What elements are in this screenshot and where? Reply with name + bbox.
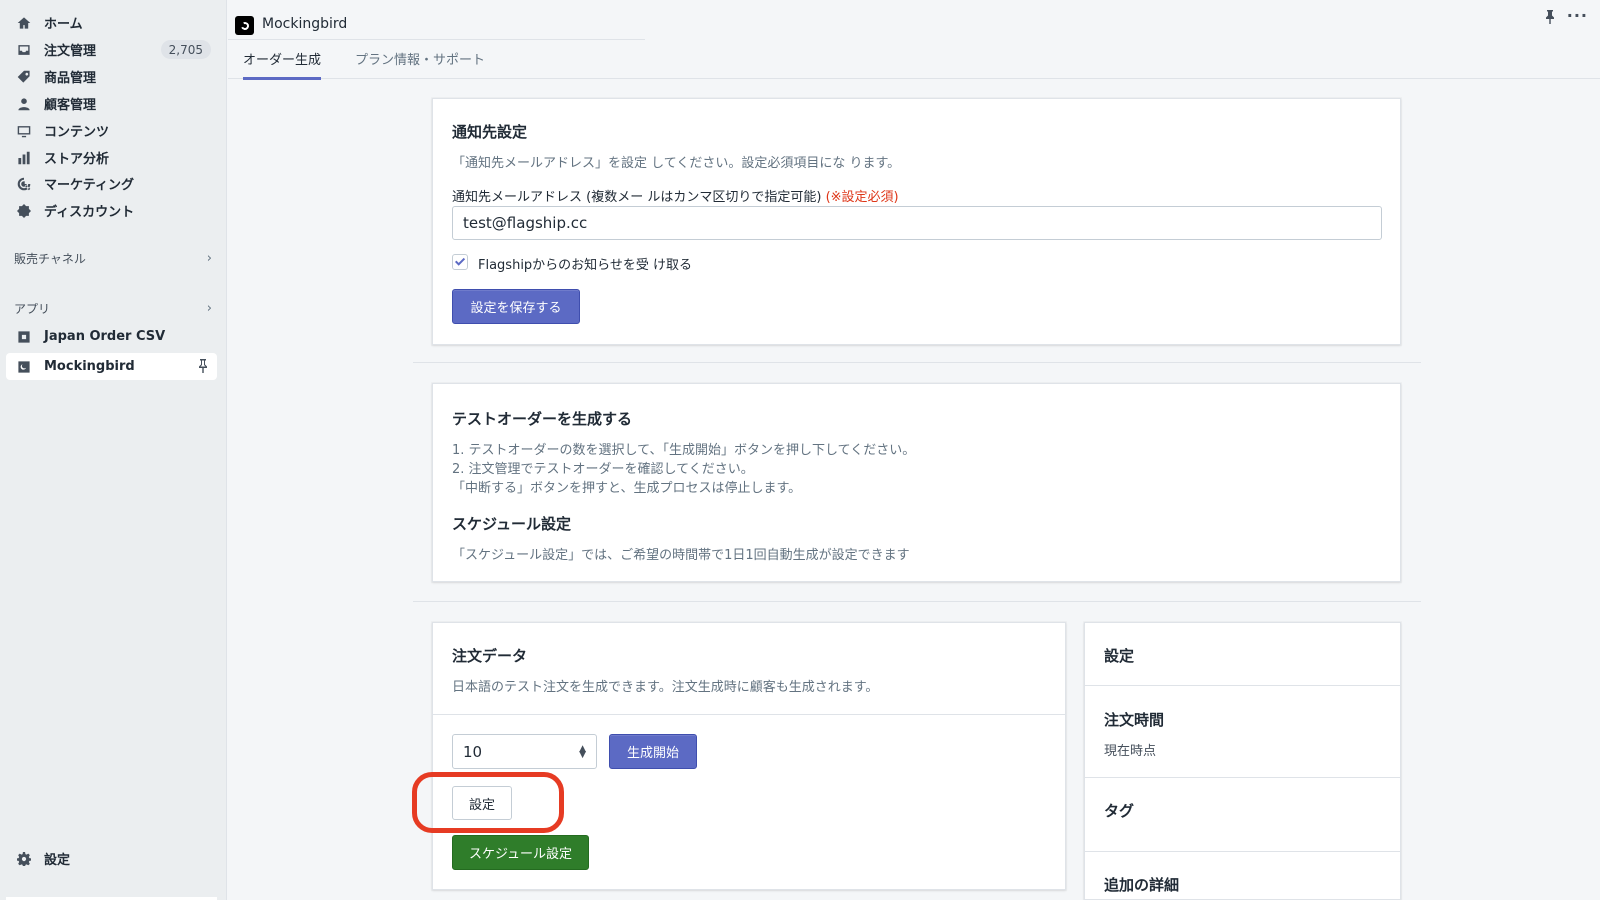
top-bar: Mockingbird ··· xyxy=(228,0,1600,48)
tab-bar: オーダー生成 プラン情報・サポート xyxy=(228,44,1600,80)
test-order-step-3: 「中断する」ボタンを押すと、生成プロセスは停止します。 xyxy=(452,481,802,496)
sidebar-item-label: ホーム xyxy=(44,17,83,32)
highlight-annotation xyxy=(412,772,564,833)
sidebar-item-label: 商品管理 xyxy=(44,71,97,86)
notification-description: 「通知先メールアドレス」を設定 してください。設定必須項目にな ります。 xyxy=(452,156,901,171)
content-icon xyxy=(17,124,31,138)
discount-icon xyxy=(17,203,31,218)
sidebar-item-marketing[interactable]: マーケティング xyxy=(6,170,217,197)
app-title: Mockingbird xyxy=(262,16,348,32)
marketing-icon xyxy=(17,177,31,191)
sidebar-item-label: 顧客管理 xyxy=(44,98,97,113)
additional-details-label: 追加の詳細 xyxy=(1104,876,1180,894)
sidebar-item-products[interactable]: 商品管理 xyxy=(6,63,217,90)
sidebar-item-content[interactable]: コンテンツ xyxy=(6,117,217,144)
analytics-icon xyxy=(17,151,31,165)
section-divider xyxy=(413,601,1421,602)
test-order-step-1: 1. テストオーダーの数を選択して、「生成開始」ボタンを押し下してください。 xyxy=(452,443,916,458)
test-order-title: テストオーダーを生成する xyxy=(452,410,633,428)
sales-channels-label: 販売チャネル xyxy=(14,252,86,266)
person-icon xyxy=(17,97,31,111)
select-arrows-icon: ▲ ▼ xyxy=(579,743,586,760)
order-time-value: 現在時点 xyxy=(1104,744,1157,759)
more-actions-icon[interactable]: ··· xyxy=(1567,6,1588,25)
sidebar-item-label: 注文管理 xyxy=(44,44,97,59)
sidebar-item-label: マーケティング xyxy=(44,178,134,193)
newsletter-checkbox-label[interactable]: Flagshipからのお知らせを受 け取る xyxy=(478,254,692,273)
section-divider xyxy=(413,362,1421,363)
sidebar-item-label: ストア分析 xyxy=(44,152,110,167)
schedule-title: スケジュール設定 xyxy=(452,515,571,533)
sidebar: ホーム 注文管理 2,705 商品管理 顧客管理 コンテンツ ストア分析 マーケ… xyxy=(0,0,227,900)
sidebar-item-settings[interactable]: 設定 xyxy=(6,845,217,872)
app-icon xyxy=(17,360,31,374)
schedule-description: 「スケジュール設定」では、ご希望の時間帯で1日1回自動生成が設定できます xyxy=(452,548,910,563)
sidebar-item-customers[interactable]: 顧客管理 xyxy=(6,90,217,117)
newsletter-checkbox[interactable] xyxy=(452,254,468,270)
notification-settings-card: 通知先設定 「通知先メールアドレス」を設定 してください。設定必須項目にな りま… xyxy=(432,98,1401,345)
tags-label: タグ xyxy=(1104,802,1135,820)
app-icon xyxy=(17,330,31,344)
required-marker: (※設定必須) xyxy=(825,190,899,205)
apps-header[interactable]: アプリ › xyxy=(14,300,214,317)
topbar-divider xyxy=(228,39,645,40)
sidebar-item-label: ディスカウント xyxy=(44,205,135,220)
order-quantity-select[interactable]: 10 ▲ ▼ xyxy=(452,734,597,769)
test-order-info-card: テストオーダーを生成する 1. テストオーダーの数を選択して、「生成開始」ボタン… xyxy=(432,383,1401,582)
checkmark-icon xyxy=(455,257,466,266)
email-field-label: 通知先メールアドレス (複数メー ルはカンマ区切りで指定可能) (※設定必須) xyxy=(452,186,899,205)
email-field[interactable]: test@flagship.cc xyxy=(452,206,1382,240)
panel-divider xyxy=(1085,777,1400,778)
order-data-description: 日本語のテスト注文を生成できます。注文生成時に顧客も生成されます。 xyxy=(452,680,879,695)
apps-label: アプリ xyxy=(14,302,51,316)
schedule-settings-button[interactable]: スケジュール設定 xyxy=(452,835,589,870)
start-generation-button[interactable]: 生成開始 xyxy=(609,734,697,769)
pin-icon[interactable] xyxy=(197,359,209,373)
panel-divider xyxy=(1085,685,1400,686)
sidebar-app-mockingbird[interactable]: Mockingbird xyxy=(6,353,217,380)
order-quantity-value: 10 xyxy=(463,742,483,761)
panel-divider xyxy=(1085,851,1400,852)
order-data-title: 注文データ xyxy=(452,647,528,665)
email-label-text: 通知先メールアドレス (複数メー ルはカンマ区切りで指定可能) xyxy=(452,190,822,205)
card-divider xyxy=(433,714,1065,715)
order-time-label: 注文時間 xyxy=(1104,711,1165,729)
sidebar-item-label: Japan Order CSV xyxy=(44,329,166,344)
sidebar-item-label: コンテンツ xyxy=(44,125,110,140)
settings-side-panel: 設定 注文時間 現在時点 タグ 追加の詳細 xyxy=(1084,622,1401,900)
orders-icon xyxy=(17,43,31,57)
orders-count-badge: 2,705 xyxy=(160,40,211,59)
gear-icon xyxy=(17,851,31,866)
sidebar-item-label: 設定 xyxy=(44,853,71,868)
tag-icon xyxy=(17,70,31,84)
sidebar-item-orders[interactable]: 注文管理 2,705 xyxy=(6,36,217,63)
sales-channels-header[interactable]: 販売チャネル › xyxy=(14,250,214,267)
order-data-card: 注文データ 日本語のテスト注文を生成できます。注文生成時に顧客も生成されます。 … xyxy=(432,622,1066,890)
notification-title: 通知先設定 xyxy=(452,123,528,141)
settings-panel-title: 設定 xyxy=(1104,647,1135,665)
save-settings-button[interactable]: 設定を保存する xyxy=(452,289,580,324)
tab-plan-support[interactable]: プラン情報・サポート xyxy=(355,49,485,80)
sidebar-app-japan-order-csv[interactable]: Japan Order CSV xyxy=(6,323,217,350)
sidebar-item-home[interactable]: ホーム xyxy=(6,9,217,36)
sidebar-item-analytics[interactable]: ストア分析 xyxy=(6,144,217,171)
home-icon xyxy=(17,16,31,30)
sidebar-item-label: Mockingbird xyxy=(44,359,135,374)
test-order-step-2: 2. 注文管理でテストオーダーを確認してください。 xyxy=(452,462,754,477)
chevron-right-icon: › xyxy=(206,301,212,316)
mockingbird-logo-icon xyxy=(235,16,254,35)
pin-icon[interactable] xyxy=(1544,9,1556,24)
tab-order-generation[interactable]: オーダー生成 xyxy=(243,49,322,80)
sidebar-item-discounts[interactable]: ディスカウント xyxy=(6,197,217,224)
chevron-right-icon: › xyxy=(206,251,212,266)
